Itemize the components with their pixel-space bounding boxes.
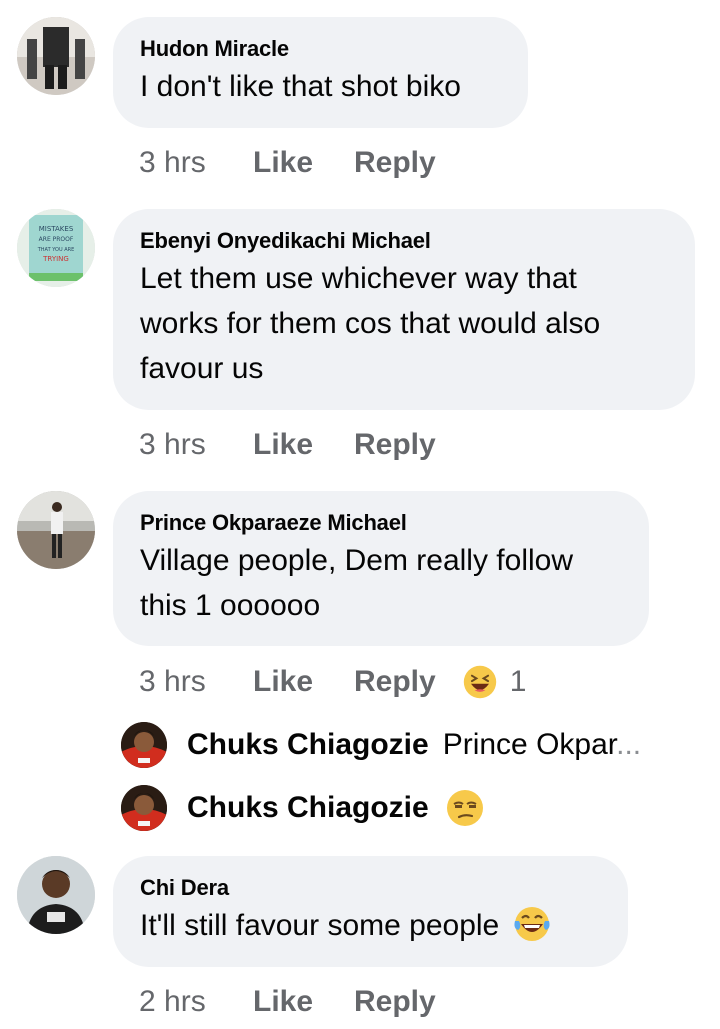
comment-timestamp[interactable]: 3 hrs: [139, 428, 253, 462]
comment-text: Let them use whichever way that works fo…: [140, 256, 667, 391]
reply-preview-ellipsis: ...: [616, 728, 642, 761]
reply-button[interactable]: Reply: [354, 665, 436, 699]
avatar-text-line: THAT YOU ARE: [37, 247, 75, 253]
comment-bubble: Prince Okparaeze Michael Village people,…: [113, 491, 649, 646]
avatar-hudon-miracle[interactable]: [17, 17, 95, 95]
reply-button[interactable]: Reply: [354, 428, 436, 462]
reply-preview-text: Prince Okpar...: [443, 728, 641, 762]
reply-preview-row[interactable]: Chuks Chiagozie: [121, 783, 485, 833]
comment-actions: 3 hrs Like Reply: [139, 425, 436, 465]
comment-text: It'll still favour some people: [140, 903, 600, 948]
tears-of-joy-emoji-icon: [512, 904, 552, 944]
comment-text-line: works for them cos that would also: [140, 307, 601, 340]
comment-actions: 3 hrs Like Reply 1: [139, 662, 526, 702]
comment-author[interactable]: Ebenyi Onyedikachi Michael: [140, 227, 667, 255]
reaction-summary[interactable]: 1: [462, 664, 527, 700]
comment-timestamp[interactable]: 2 hrs: [139, 985, 253, 1019]
comment-text-line: Village people, Dem really follow: [140, 544, 574, 577]
reply-button[interactable]: Reply: [354, 985, 436, 1019]
comment-bubble: Chi Dera It'll still favour some people: [113, 856, 628, 967]
comment-timestamp[interactable]: 3 hrs: [139, 665, 253, 699]
avatar-text-line: ARE PROOF: [39, 236, 74, 243]
comment-text-body: It'll still favour some people: [140, 909, 500, 942]
reply-button[interactable]: Reply: [354, 146, 436, 180]
avatar-text-line: MISTAKES: [39, 225, 74, 233]
comment-text-line: this 1 oooooo: [140, 589, 321, 622]
reaction-count: 1: [509, 665, 527, 698]
reply-preview-row[interactable]: Chuks Chiagozie Prince Okpar...: [121, 720, 641, 770]
comment-text: Village people, Dem really follow this 1…: [140, 538, 621, 628]
comment-author[interactable]: Prince Okparaeze Michael: [140, 509, 621, 537]
avatar-prince-okparaeze-michael[interactable]: [17, 491, 95, 569]
comment-actions: 3 hrs Like Reply: [139, 143, 436, 183]
comment-author[interactable]: Chi Dera: [140, 874, 600, 902]
unamused-face-emoji-icon: [445, 788, 485, 828]
reply-author[interactable]: Chuks Chiagozie: [187, 728, 429, 762]
comment-text-line: Let them use whichever way that: [140, 262, 577, 295]
like-button[interactable]: Like: [253, 428, 354, 462]
avatar-text-line: TRYING: [42, 255, 69, 263]
comment-text: I don't like that shot biko: [140, 70, 461, 103]
comment-actions: 2 hrs Like Reply: [139, 982, 436, 1022]
avatar-chi-dera[interactable]: [17, 856, 95, 934]
avatar-ebenyi-onyedikachi-michael[interactable]: MISTAKES ARE PROOF THAT YOU ARE TRYING: [17, 209, 95, 287]
comment-timestamp[interactable]: 3 hrs: [139, 146, 253, 180]
comment-text-line: favour us: [140, 352, 264, 385]
like-button[interactable]: Like: [253, 665, 354, 699]
comment-bubble: Ebenyi Onyedikachi Michael Let them use …: [113, 209, 695, 410]
comment-author[interactable]: Hudon Miracle: [140, 35, 500, 63]
reply-preview-text-body: Prince Okpar: [442, 728, 617, 761]
like-button[interactable]: Like: [253, 985, 354, 1019]
comment-bubble: Hudon Miracle I don't like that shot bik…: [113, 17, 528, 128]
laughing-emoji-icon: [462, 664, 498, 700]
like-button[interactable]: Like: [253, 146, 354, 180]
reply-author[interactable]: Chuks Chiagozie: [187, 791, 429, 825]
